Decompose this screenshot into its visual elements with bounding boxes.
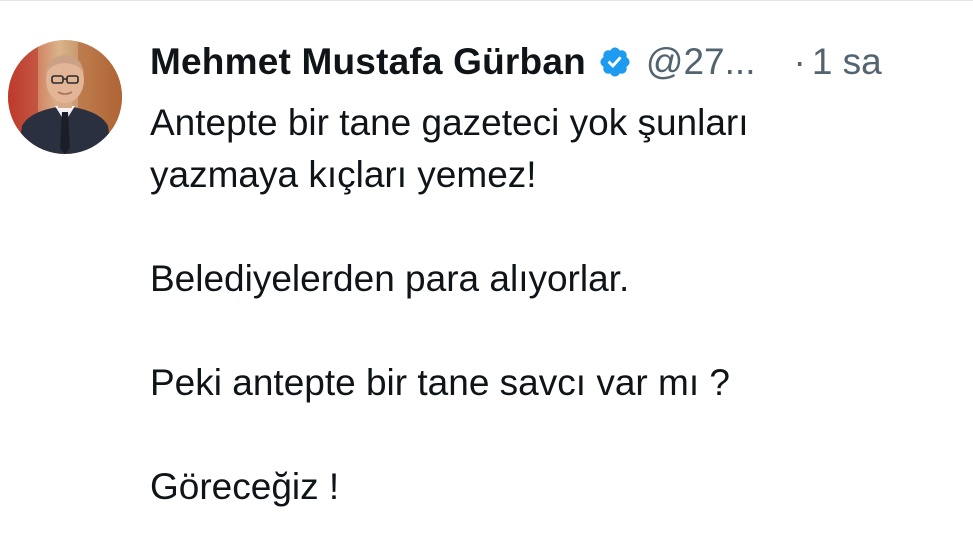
tweet-line: Peki antepte bir tane savcı var mı ?	[150, 362, 730, 403]
tweet-line: Antepte bir tane gazeteci yok şunları	[150, 102, 749, 143]
author-handle[interactable]: @27...	[646, 41, 756, 83]
avatar-photo	[8, 40, 122, 154]
tweet-line: Göreceğiz !	[150, 466, 340, 507]
tweet-header: Mehmet Mustafa Gürban @27... · 1 sa	[150, 37, 953, 87]
author-avatar[interactable]	[8, 40, 122, 154]
tweet-line: yazmaya kıçları yemez!	[150, 154, 537, 195]
tweet-line: Belediyelerden para alıyorlar.	[150, 258, 630, 299]
time-separator: ·	[793, 41, 806, 82]
verified-badge-icon	[598, 45, 632, 79]
tweet-timestamp[interactable]: 1 sa	[812, 41, 882, 83]
author-name[interactable]: Mehmet Mustafa Gürban	[150, 41, 586, 83]
tweet-card[interactable]: Mehmet Mustafa Gürban @27... · 1 sa Ante…	[0, 0, 973, 560]
tweet-text: Antepte bir tane gazeteci yok şunları ya…	[150, 97, 953, 513]
